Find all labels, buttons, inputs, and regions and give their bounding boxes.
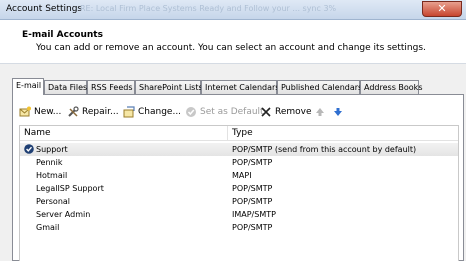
change-account-icon — [123, 105, 135, 117]
list-item[interactable]: Hotmail MAPI — [20, 169, 458, 182]
header: E-mail Accounts You can add or remove an… — [0, 21, 466, 61]
account-name: Pennik — [36, 158, 63, 167]
list-item[interactable]: Support POP/SMTP (send from this account… — [20, 143, 458, 156]
background-window-text: RE: Local Firm Place Systems Ready and F… — [80, 4, 337, 13]
tab-address-books[interactable]: Address Books — [360, 80, 422, 95]
new-button[interactable]: New... — [19, 105, 61, 119]
window-title: Account Settings — [6, 4, 83, 14]
page-subtitle: You can add or remove an account. You ca… — [36, 43, 426, 53]
account-name: Hotmail — [36, 171, 68, 180]
title-bar: Account Settings RE: Local Firm Place Sy… — [0, 0, 466, 20]
list-item[interactable]: LegalISP Support POP/SMTP — [20, 182, 458, 195]
repair-icon — [68, 105, 79, 117]
tab-data-files[interactable]: Data Files — [44, 80, 87, 95]
tab-sharepoint-lists[interactable]: SharePoint Lists — [135, 80, 203, 95]
move-up-button[interactable] — [314, 105, 329, 119]
list-item[interactable]: Gmail POP/SMTP — [20, 221, 458, 234]
type-column-header[interactable]: Type — [232, 128, 253, 138]
close-icon: ✕ — [437, 2, 447, 15]
new-account-icon — [19, 106, 31, 116]
check-circle-icon — [186, 106, 196, 117]
list-item[interactable]: Pennik POP/SMTP — [20, 156, 458, 169]
column-divider — [227, 126, 228, 141]
account-name: LegalISP Support — [36, 184, 104, 193]
close-button[interactable]: ✕ — [422, 1, 462, 17]
email-tab-panel: New... Repair... Change... Set as Defaul… — [12, 94, 464, 261]
arrow-up-icon — [316, 107, 324, 116]
tab-rss-feeds[interactable]: RSS Feeds — [87, 80, 135, 95]
name-column-header[interactable]: Name — [24, 128, 51, 138]
move-down-button[interactable] — [332, 105, 347, 119]
account-name: Gmail — [36, 223, 60, 232]
tab-published-calendars[interactable]: Published Calendars — [277, 80, 362, 95]
arrow-down-icon — [334, 107, 342, 116]
list-item[interactable]: Server Admin IMAP/SMTP — [20, 208, 458, 221]
page-title: E-mail Accounts — [22, 30, 103, 40]
account-type: POP/SMTP — [232, 223, 273, 232]
account-type: IMAP/SMTP — [232, 210, 276, 219]
repair-button[interactable]: Repair... — [67, 105, 119, 119]
tab-email[interactable]: E-mail — [12, 78, 44, 95]
account-type: MAPI — [232, 171, 252, 180]
list-item[interactable]: Personal POP/SMTP — [20, 195, 458, 208]
account-type: POP/SMTP (send from this account by defa… — [232, 145, 417, 154]
remove-x-icon — [261, 106, 271, 117]
account-name: Personal — [36, 197, 71, 206]
accounts-list: Name Type Support POP/SMTP (send from th… — [19, 125, 459, 261]
remove-button[interactable]: Remove — [260, 105, 312, 119]
change-button[interactable]: Change... — [123, 105, 181, 119]
default-account-check-icon — [24, 144, 34, 154]
account-type: POP/SMTP — [232, 158, 273, 167]
account-type: POP/SMTP — [232, 197, 273, 206]
list-header: Name Type — [20, 126, 458, 141]
set-as-default-button[interactable]: Set as Default — [185, 105, 264, 119]
account-name: Server Admin — [36, 210, 91, 219]
account-type: POP/SMTP — [232, 184, 273, 193]
account-name: Support — [36, 145, 68, 154]
tab-internet-calendars[interactable]: Internet Calendars — [201, 80, 279, 95]
